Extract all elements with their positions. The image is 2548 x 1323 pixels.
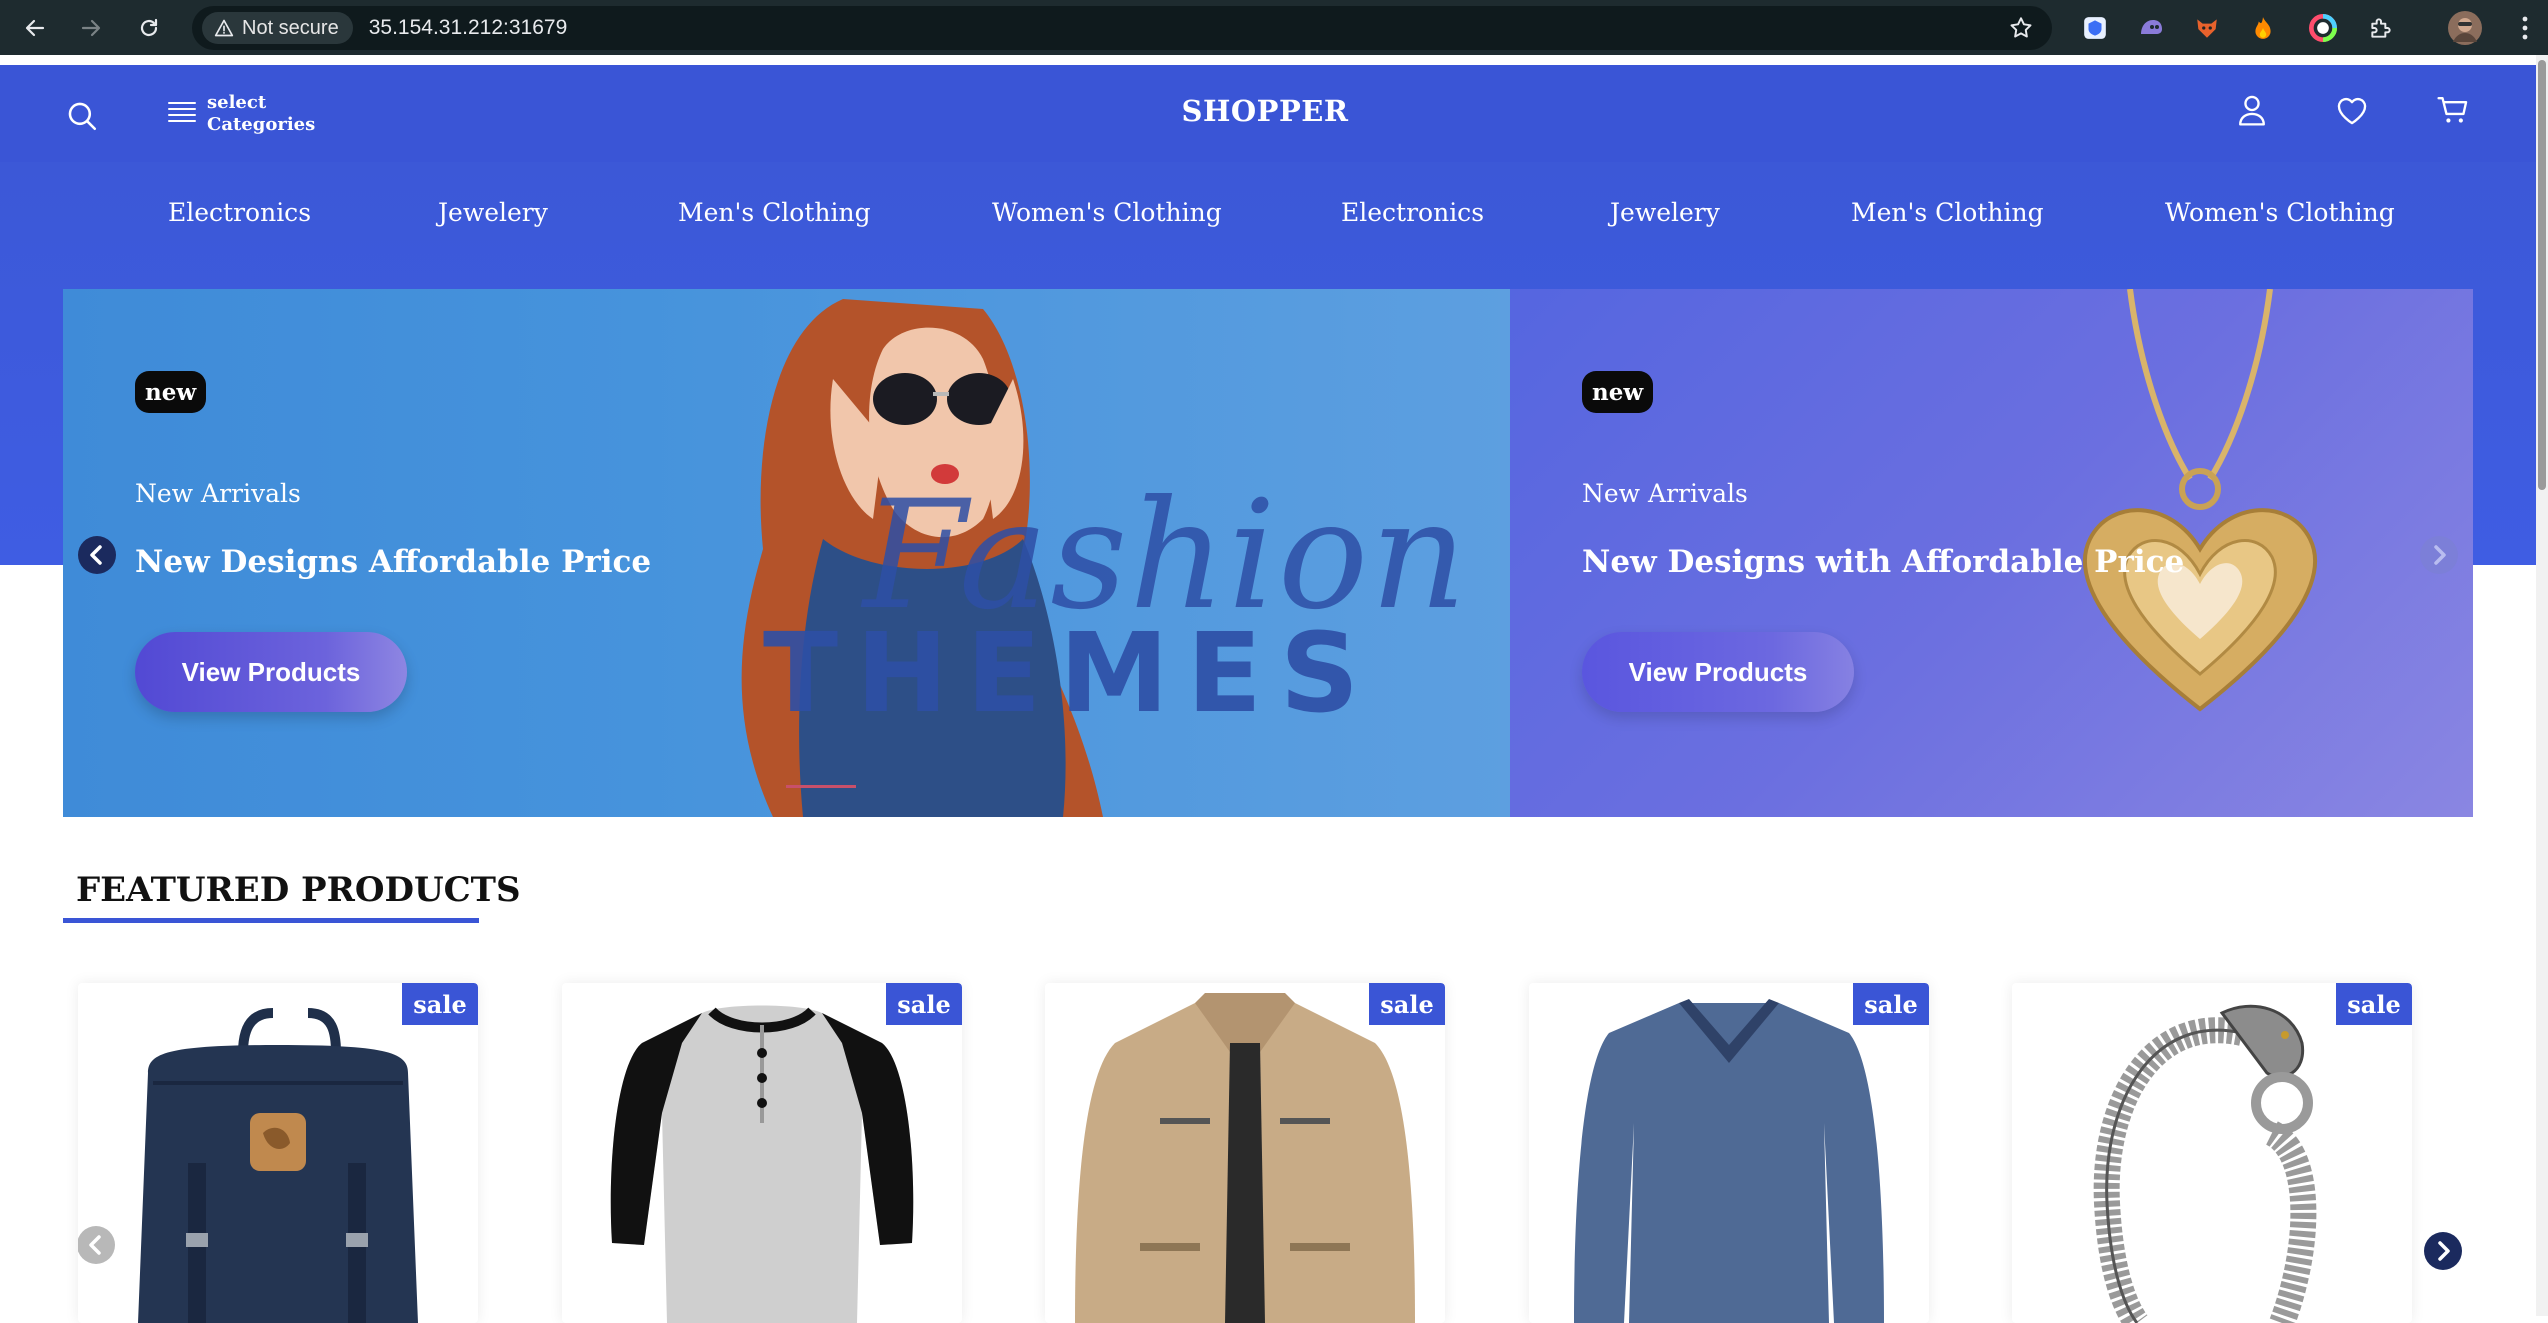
security-chip[interactable]: Not secure — [202, 12, 353, 44]
nav-jewelery[interactable]: Jewelery — [438, 198, 548, 227]
chevron-right-icon — [2420, 536, 2458, 574]
site-logo[interactable]: SHOPPER — [1100, 94, 1430, 128]
sale-badge: sale — [2336, 983, 2412, 1025]
view-products-button[interactable]: View Products — [135, 632, 407, 712]
category-nav: Electronics Jewelery Men's Clothing Wome… — [0, 180, 2536, 246]
extension-flame-icon[interactable] — [2248, 13, 2278, 43]
sale-badge: sale — [1853, 983, 1929, 1025]
themes-art-text: THEMES — [763, 609, 1378, 737]
v-neck-tshirt-image — [1574, 999, 1884, 1323]
sale-badge: sale — [1369, 983, 1445, 1025]
warning-icon — [214, 19, 234, 37]
featured-underline — [63, 918, 479, 923]
product-card-henley-shirt[interactable]: sale — [562, 983, 962, 1323]
reload-button[interactable] — [131, 10, 167, 46]
security-label: Not secure — [242, 16, 339, 39]
new-badge: new — [1582, 371, 1654, 413]
nav-electronics[interactable]: Electronics — [168, 198, 311, 227]
hero-slide-fashion: Fashion THEMES new New Arrivals New Desi… — [63, 289, 1510, 817]
reload-icon — [140, 18, 158, 37]
menu-lines-icon[interactable] — [164, 94, 200, 130]
products-next-button[interactable] — [2420, 1228, 2466, 1274]
nav-womens-clothing[interactable]: Women's Clothing — [2165, 198, 2395, 227]
dragon-bracelet-image — [2093, 1004, 2317, 1323]
url-text: 35.154.31.212:31679 — [368, 16, 568, 39]
category-line2: Categories — [207, 114, 316, 135]
carousel-next-button[interactable] — [2419, 535, 2459, 575]
featured-title: FEATURED PRODUCTS — [76, 870, 521, 910]
product-card-v-neck-tshirt[interactable]: sale — [1529, 983, 1929, 1323]
slide-title: New Designs Affordable Price — [135, 544, 652, 580]
extension-color-ring-icon[interactable] — [2308, 13, 2338, 43]
nav-womens-clothing[interactable]: Women's Clothing — [992, 198, 1222, 227]
backpack-image — [138, 1008, 418, 1323]
heart-pendant-image — [2083, 289, 2317, 712]
product-card-backpack[interactable]: sale — [78, 983, 478, 1323]
chevron-left-icon — [78, 536, 116, 574]
extension-fox-icon[interactable] — [2192, 13, 2222, 43]
wishlist-heart-icon[interactable] — [2332, 90, 2372, 130]
slide-indicator — [786, 785, 856, 788]
sale-badge: sale — [886, 983, 962, 1025]
extension-ghost-icon[interactable] — [2136, 13, 2166, 43]
cart-icon[interactable] — [2433, 90, 2473, 130]
nav-jewelery[interactable]: Jewelery — [1610, 198, 1720, 227]
view-products-button[interactable]: View Products — [1582, 632, 1854, 712]
product-card-dragon-bracelet[interactable]: sale — [2012, 983, 2412, 1323]
chevron-right-icon — [2424, 1232, 2462, 1270]
extensions-puzzle-icon[interactable] — [2366, 13, 2396, 43]
slide-subtitle: New Arrivals — [1582, 479, 1748, 508]
chevron-left-icon — [78, 1226, 115, 1264]
forward-arrow-icon — [81, 19, 101, 37]
bookmark-star-icon[interactable] — [2008, 15, 2034, 41]
nav-mens-clothing[interactable]: Men's Clothing — [1851, 198, 2044, 227]
nav-electronics[interactable]: Electronics — [1341, 198, 1484, 227]
user-icon[interactable] — [2232, 90, 2272, 130]
new-badge: new — [135, 371, 207, 413]
search-icon[interactable] — [62, 96, 102, 136]
slide-title: New Designs with Affordable Price — [1582, 544, 2185, 580]
back-arrow-icon — [25, 19, 45, 37]
back-button[interactable] — [17, 10, 53, 46]
nav-mens-clothing[interactable]: Men's Clothing — [678, 198, 871, 227]
address-bar[interactable]: Not secure 35.154.31.212:31679 — [192, 6, 2052, 50]
forward-button[interactable] — [73, 10, 109, 46]
category-line1: select — [207, 92, 267, 113]
browser-menu-icon[interactable] — [2510, 13, 2540, 43]
select-categories-button[interactable]: select Categories — [207, 92, 315, 136]
carousel-prev-button[interactable] — [77, 535, 117, 575]
extension-shield-icon[interactable] — [2080, 13, 2110, 43]
profile-avatar-icon[interactable] — [2448, 11, 2482, 45]
hero-slide-jewelry: new New Arrivals New Designs with Afford… — [1510, 289, 2473, 817]
henley-shirt-image — [610, 1005, 914, 1323]
product-card-jacket[interactable]: sale — [1045, 983, 1445, 1323]
sale-badge: sale — [402, 983, 478, 1025]
browser-toolbar: Not secure 35.154.31.212:31679 — [0, 0, 2548, 55]
scrollbar-thumb[interactable] — [2538, 60, 2546, 490]
slide-subtitle: New Arrivals — [135, 479, 301, 508]
products-prev-button[interactable] — [78, 1225, 116, 1265]
hero-carousel: Fashion THEMES new New Arrivals New Desi… — [63, 289, 2473, 817]
jacket-image — [1075, 993, 1415, 1323]
